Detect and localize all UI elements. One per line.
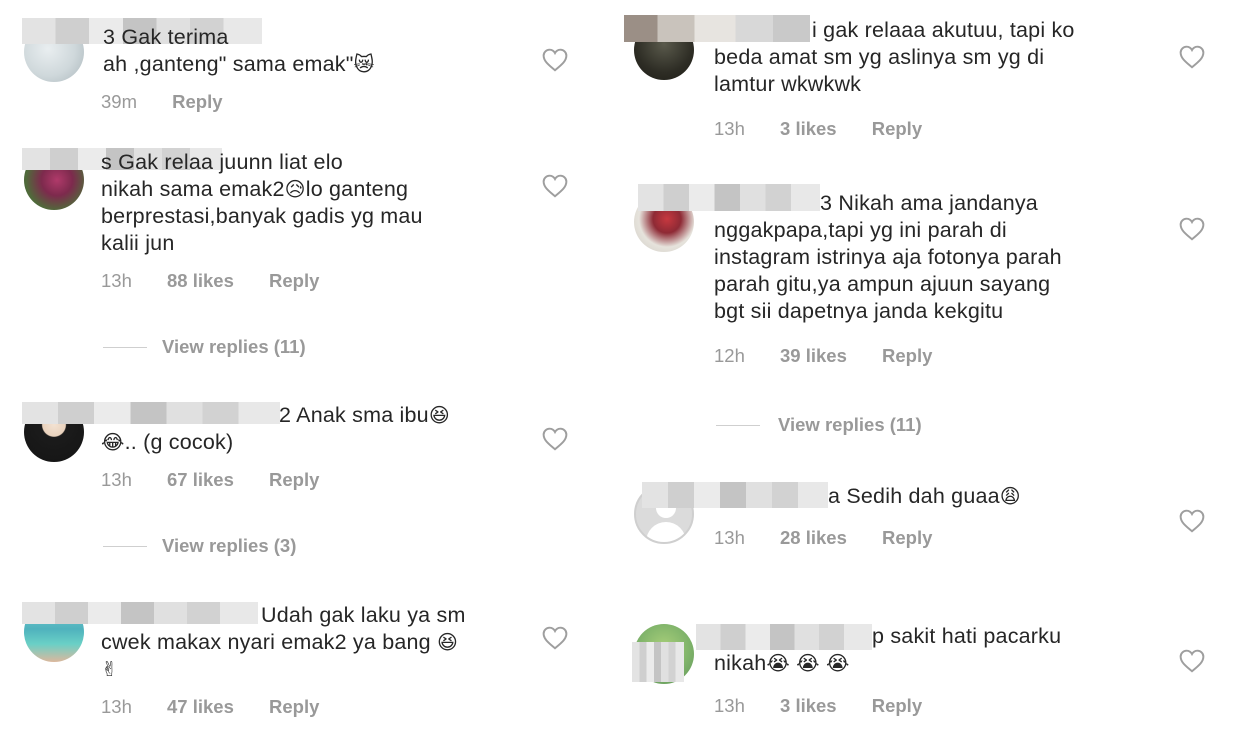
likes-count[interactable]: 67 likes (167, 469, 234, 491)
comment-item: Udah gak laku ya sm cwek makax nyari emak… (0, 598, 624, 744)
username-tail[interactable]: i (812, 18, 817, 42)
username-tail[interactable]: s (101, 150, 112, 174)
username-tail[interactable]: 3 (103, 25, 115, 49)
comment-item: i gak relaaa akutuu, tapi ko beda amat sm… (624, 0, 1248, 160)
comment-meta: 13h 28 likes Reply (714, 527, 962, 549)
comment-item: s Gak relaa juunn liat elo nikah sama ema… (0, 140, 624, 370)
comment-body: Anak sma ibu😆 😂.. (g cocok) (101, 403, 450, 454)
reply-button[interactable]: Reply (872, 695, 922, 717)
comment-item: p sakit hati pacarku nikah😭 😭 😭 13h 3 lik… (624, 618, 1248, 744)
comment-text: i gak relaaa akutuu, tapi ko beda amat sm… (714, 17, 1134, 98)
comment-text: Udah gak laku ya sm cwek makax nyari emak… (101, 602, 521, 683)
reply-button[interactable]: Reply (882, 527, 932, 549)
comment-time[interactable]: 12h (714, 345, 745, 367)
comment-text: 3 Gak terima ah ,ganteng" sama emak"😿 (103, 24, 423, 78)
reply-button[interactable]: Reply (882, 345, 932, 367)
reply-button[interactable]: Reply (172, 91, 222, 113)
comment-text: 3 Nikah ama jandanya nggakpapa,tapi yg in… (714, 190, 1144, 325)
replies-divider (103, 546, 147, 547)
comment-text: 2 Anak sma ibu😆 😂.. (g cocok) (101, 402, 501, 456)
likes-count[interactable]: 39 likes (780, 345, 847, 367)
comment-body: sakit hati pacarku nikah😭 😭 😭 (714, 624, 1062, 675)
comment-meta: 13h 3 likes Reply (714, 695, 952, 717)
likes-count[interactable]: 3 likes (780, 118, 837, 140)
heart-outline-icon[interactable] (542, 48, 568, 72)
comment-time[interactable]: 13h (101, 469, 132, 491)
reply-button[interactable]: Reply (269, 469, 319, 491)
comment-meta: 12h 39 likes Reply (714, 345, 962, 367)
heart-outline-icon[interactable] (542, 427, 568, 451)
username-tail[interactable]: 3 (820, 191, 832, 215)
comment-body: Sedih dah guaa😩 (846, 484, 1021, 508)
comment-meta: 13h 88 likes Reply (101, 270, 349, 292)
heart-outline-icon[interactable] (542, 626, 568, 650)
reply-button[interactable]: Reply (269, 270, 319, 292)
comment-body: Udah gak laku ya sm cwek makax nyari emak… (101, 603, 466, 681)
comment-item: 2 Anak sma ibu😆 😂.. (g cocok) 13h 67 like… (0, 396, 624, 576)
heart-outline-icon[interactable] (1179, 217, 1205, 241)
comment-meta: 13h 3 likes Reply (714, 118, 952, 140)
heart-outline-icon[interactable] (542, 174, 568, 198)
comment-time[interactable]: 13h (101, 270, 132, 292)
comment-body: Nikah ama jandanya nggakpapa,tapi yg ini … (714, 191, 1062, 323)
redacted-avatar-part (632, 642, 684, 682)
comment-time[interactable]: 39m (101, 91, 137, 113)
comment-meta: 39m Reply (101, 91, 253, 113)
comment-time[interactable]: 13h (714, 695, 745, 717)
reply-button[interactable]: Reply (872, 118, 922, 140)
comment-body: Gak terima ah ,ganteng" sama emak"😿 (103, 25, 375, 76)
username-tail[interactable]: 2 (279, 403, 291, 427)
comment-item: a Sedih dah guaa😩 13h 28 likes Reply (624, 478, 1248, 598)
comment-body: Gak relaa juunn liat elo nikah sama emak2… (101, 150, 423, 255)
heart-outline-icon[interactable] (1179, 509, 1205, 533)
likes-count[interactable]: 28 likes (780, 527, 847, 549)
replies-divider (716, 425, 760, 426)
comment-text: s Gak relaa juunn liat elo nikah sama ema… (101, 149, 501, 257)
username-tail[interactable]: a (828, 484, 840, 508)
heart-outline-icon[interactable] (1179, 649, 1205, 673)
comment-time[interactable]: 13h (714, 527, 745, 549)
comments-column-left: 3 Gak terima ah ,ganteng" sama emak"😿 39m… (0, 0, 624, 744)
comment-item: 3 Nikah ama jandanya nggakpapa,tapi yg in… (624, 184, 1248, 454)
comment-item: 3 Gak terima ah ,ganteng" sama emak"😿 39m… (0, 0, 624, 130)
heart-outline-icon[interactable] (1179, 45, 1205, 69)
view-replies-button[interactable]: View replies (11) (103, 336, 306, 358)
view-replies-button[interactable]: View replies (11) (716, 414, 922, 436)
likes-count[interactable]: 88 likes (167, 270, 234, 292)
comment-time[interactable]: 13h (101, 696, 132, 718)
comment-meta: 13h 67 likes Reply (101, 469, 349, 491)
likes-count[interactable]: 3 likes (780, 695, 837, 717)
comments-column-right: i gak relaaa akutuu, tapi ko beda amat sm… (624, 0, 1248, 744)
view-replies-button[interactable]: View replies (3) (103, 535, 296, 557)
username-tail[interactable]: p (872, 624, 884, 648)
comment-text: p sakit hati pacarku nikah😭 😭 😭 (714, 623, 1134, 677)
comment-time[interactable]: 13h (714, 118, 745, 140)
comment-meta: 13h 47 likes Reply (101, 696, 349, 718)
replies-divider (103, 347, 147, 348)
likes-count[interactable]: 47 likes (167, 696, 234, 718)
comment-body: gak relaaa akutuu, tapi ko beda amat sm y… (714, 18, 1075, 96)
comment-text: a Sedih dah guaa😩 (714, 483, 1134, 510)
reply-button[interactable]: Reply (269, 696, 319, 718)
